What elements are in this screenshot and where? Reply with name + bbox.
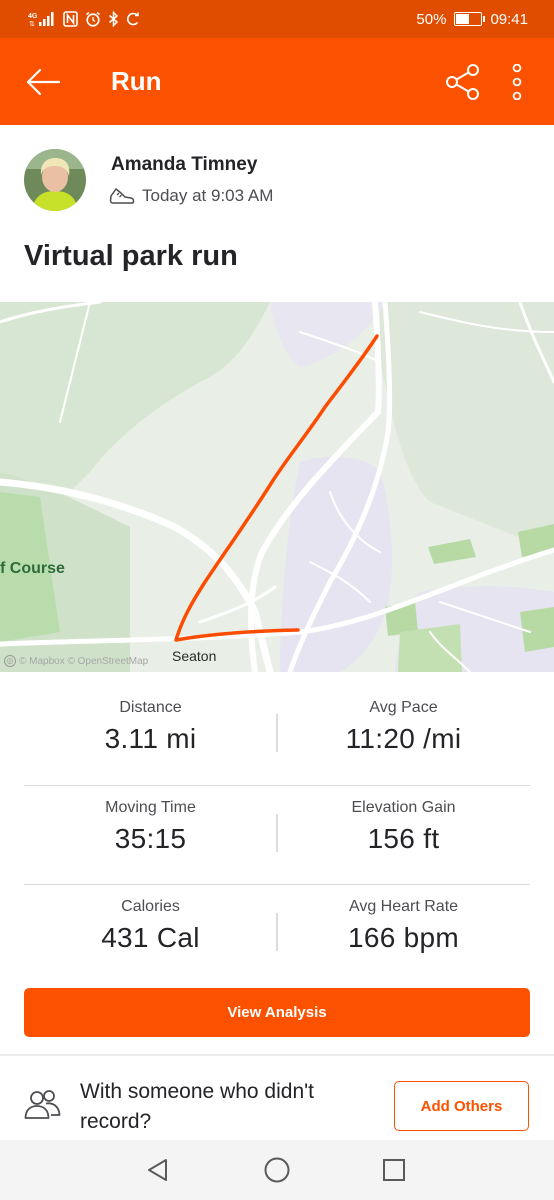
stat-distance: Distance 3.11 mi bbox=[24, 686, 277, 785]
back-arrow-icon bbox=[26, 68, 61, 95]
nav-recents-button[interactable] bbox=[364, 1140, 424, 1200]
page-title: Run bbox=[111, 66, 162, 96]
stat-label: Distance bbox=[119, 699, 182, 716]
with-others-section: With someone who didn't record? Add Othe… bbox=[0, 1056, 554, 1140]
nfc-icon bbox=[63, 11, 78, 27]
mapbox-logo-icon: ◎ bbox=[4, 655, 16, 667]
attribution-text: © Mapbox © OpenStreetMap bbox=[19, 655, 149, 667]
share-button[interactable] bbox=[436, 38, 490, 125]
add-others-button[interactable]: Add Others bbox=[394, 1081, 529, 1131]
stats-row: Calories 431 Cal Avg Heart Rate 166 bpm bbox=[24, 885, 530, 985]
stats-grid: Distance 3.11 mi Avg Pace 11:20 /mi Movi… bbox=[24, 686, 530, 985]
view-analysis-button[interactable]: View Analysis bbox=[24, 988, 530, 1037]
stat-value: 35:15 bbox=[114, 822, 187, 854]
status-time: 09:41 bbox=[490, 10, 528, 28]
avatar[interactable] bbox=[24, 149, 86, 211]
map-label-course: f Course bbox=[0, 560, 65, 577]
nav-home-button[interactable] bbox=[247, 1140, 307, 1200]
bluetooth-icon bbox=[108, 11, 119, 27]
stat-avg-heart-rate: Avg Heart Rate 166 bpm bbox=[277, 885, 530, 985]
stat-label: Avg Heart Rate bbox=[348, 898, 459, 915]
nav-back-icon bbox=[148, 1159, 167, 1181]
share-icon bbox=[446, 63, 479, 100]
more-vertical-icon bbox=[512, 63, 522, 100]
battery-fill bbox=[456, 14, 470, 24]
stat-label: Calories bbox=[121, 898, 180, 915]
athlete-name[interactable]: Amanda Timney bbox=[111, 154, 257, 176]
system-nav-bar bbox=[0, 1140, 554, 1200]
app-bar: Run bbox=[0, 38, 554, 125]
back-button[interactable] bbox=[0, 38, 86, 125]
nav-back-button[interactable] bbox=[128, 1140, 188, 1200]
nav-recents-icon bbox=[383, 1159, 405, 1181]
stat-value: 3.11 mi bbox=[104, 723, 197, 754]
activity-time-label: Today at 9:03 AM bbox=[142, 186, 274, 205]
status-icons-left: 4G ⇅ bbox=[28, 11, 140, 27]
battery-percent: 50% bbox=[416, 10, 447, 28]
signal-icon: 4G ⇅ bbox=[28, 11, 56, 27]
activity-title: Virtual park run bbox=[24, 240, 238, 272]
alarm-icon bbox=[85, 11, 101, 27]
route-map[interactable]: f Course Seaton ◎ © Mapbox © OpenStreetM… bbox=[0, 302, 554, 672]
activity-time: Today at 9:03 AM bbox=[109, 186, 273, 206]
nav-home-icon bbox=[264, 1157, 290, 1183]
stats-row: Moving Time 35:15 Elevation Gain 156 ft bbox=[24, 786, 530, 885]
stat-value: 431 Cal bbox=[101, 922, 200, 953]
battery-icon bbox=[454, 12, 486, 26]
status-icons-right: 50% 09:41 bbox=[416, 11, 528, 28]
athlete-header: Amanda Timney Today at 9:03 AM bbox=[0, 125, 554, 230]
map-attribution[interactable]: ◎ © Mapbox © OpenStreetMap bbox=[4, 655, 148, 667]
map-label-town: Seaton bbox=[172, 648, 217, 664]
svg-text:4G: 4G bbox=[28, 13, 38, 20]
stat-moving-time: Moving Time 35:15 bbox=[24, 786, 277, 885]
stat-avg-pace: Avg Pace 11:20 /mi bbox=[277, 686, 530, 785]
sync-icon bbox=[126, 11, 140, 27]
stat-calories: Calories 431 Cal bbox=[24, 885, 277, 985]
stat-value: 11:20 /mi bbox=[345, 723, 462, 754]
stat-value: 156 ft bbox=[367, 822, 440, 854]
stat-label: Elevation Gain bbox=[351, 798, 456, 816]
stat-label: Moving Time bbox=[105, 798, 196, 816]
stat-label: Avg Pace bbox=[369, 699, 438, 716]
stat-elevation-gain: Elevation Gain 156 ft bbox=[277, 786, 530, 885]
stat-value: 166 bpm bbox=[347, 922, 460, 953]
with-others-text: With someone who didn't record? bbox=[80, 1080, 314, 1133]
people-icon bbox=[24, 1090, 61, 1119]
svg-text:⇅: ⇅ bbox=[29, 21, 35, 27]
running-shoe-icon bbox=[109, 188, 135, 204]
map-canvas bbox=[0, 302, 554, 672]
more-options-button[interactable] bbox=[490, 38, 544, 125]
status-bar: 4G ⇅ 50% 09:41 bbox=[0, 0, 554, 38]
stats-row: Distance 3.11 mi Avg Pace 11:20 /mi bbox=[24, 686, 530, 786]
